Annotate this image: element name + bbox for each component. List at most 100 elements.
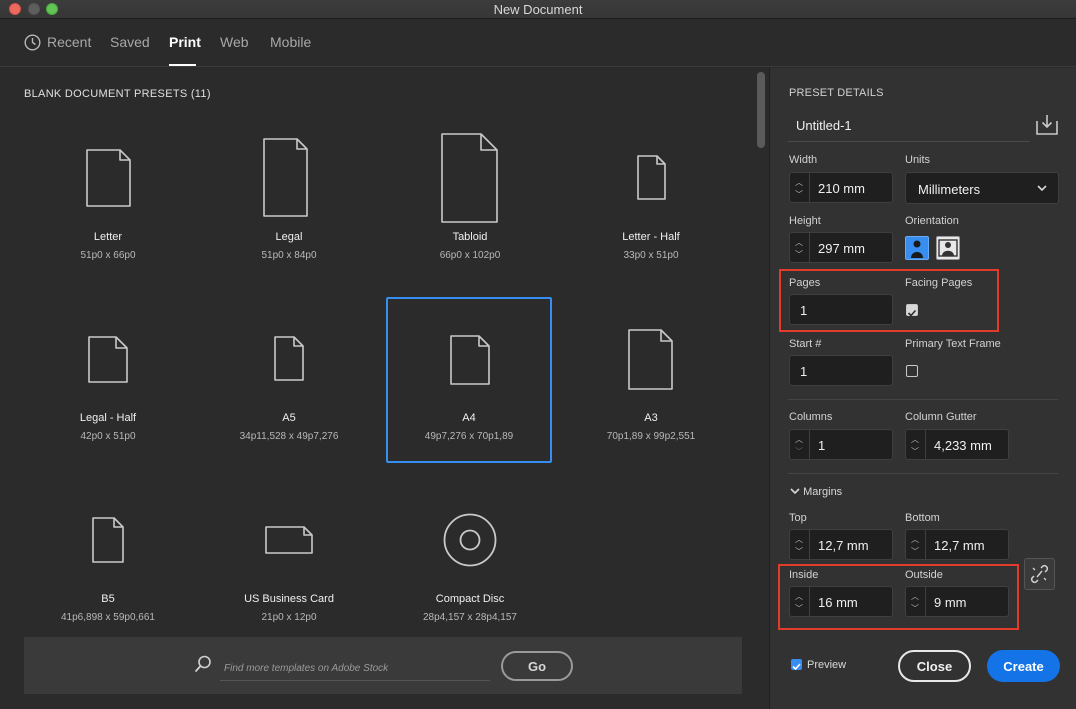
preset-name: US Business Card xyxy=(244,593,334,605)
margins-label: Margins xyxy=(803,486,843,498)
preset-details-panel: PRESET DETAILS Untitled-1 Width ︿ ﹀ 210 m… xyxy=(769,68,1076,709)
preset-name: Legal - Half xyxy=(79,412,137,424)
page-icon xyxy=(441,133,498,223)
create-button[interactable]: Create xyxy=(987,650,1060,682)
bottom-margin-field[interactable]: ︿ ﹀ 12,7 mm xyxy=(905,529,1009,560)
preset-legal-half[interactable]: Legal - Half 42p0 x 51p0 xyxy=(25,300,191,466)
divider xyxy=(788,473,1058,474)
columns-stepper[interactable]: ︿ ﹀ xyxy=(790,430,810,459)
landscape-orientation-button[interactable] xyxy=(936,236,960,260)
preset-a4[interactable]: A4 49p7,276 x 70p1,89 xyxy=(386,297,552,463)
column-gutter-field[interactable]: ︿ ﹀ 4,233 mm xyxy=(905,429,1009,460)
presets-heading: BLANK DOCUMENT PRESETS (11) xyxy=(24,88,211,100)
business-card-icon xyxy=(265,526,313,554)
height-field[interactable]: ︿ ﹀ 297 mm xyxy=(789,232,893,263)
inside-margin-label: Inside xyxy=(789,569,819,581)
preset-a5[interactable]: A5 34p11,528 x 49p7,276 xyxy=(206,300,372,466)
top-margin-label: Top xyxy=(789,512,807,524)
preset-name: Letter xyxy=(93,231,123,243)
top-margin-stepper[interactable]: ︿ ﹀ xyxy=(790,530,810,559)
pages-field[interactable]: 1 xyxy=(789,294,893,325)
bottom-margin-stepper[interactable]: ︿ ﹀ xyxy=(906,530,926,559)
pages-value: 1 xyxy=(800,303,808,318)
preset-size: 41p6,898 x 59p0,661 xyxy=(61,612,155,623)
width-field[interactable]: ︿ ﹀ 210 mm xyxy=(789,172,893,203)
preset-name: A5 xyxy=(282,412,296,424)
portrait-orientation-button[interactable] xyxy=(905,236,929,260)
presets-scrollbar[interactable] xyxy=(757,72,765,148)
portrait-icon xyxy=(911,240,923,258)
divider xyxy=(788,399,1058,400)
preset-letter[interactable]: Letter 51p0 x 66p0 xyxy=(25,119,191,285)
tab-recent[interactable]: Recent xyxy=(47,34,91,50)
primary-text-frame-checkbox[interactable] xyxy=(906,365,918,377)
outside-margin-stepper[interactable]: ︿ ﹀ xyxy=(906,587,926,616)
top-margin-field[interactable]: ︿ ﹀ 12,7 mm xyxy=(789,529,893,560)
inside-margin-field[interactable]: ︿ ﹀ 16 mm xyxy=(789,586,893,617)
units-label: Units xyxy=(905,154,931,166)
tab-saved[interactable]: Saved xyxy=(110,34,150,50)
height-label: Height xyxy=(789,215,821,227)
width-label: Width xyxy=(789,154,818,166)
preset-legal[interactable]: Legal 51p0 x 84p0 xyxy=(206,119,372,285)
outside-margin-label: Outside xyxy=(905,569,943,581)
preset-size: 28p4,157 x 28p4,157 xyxy=(423,612,517,623)
preset-b5[interactable]: B5 41p6,898 x 59p0,661 xyxy=(25,481,191,647)
presets-panel: BLANK DOCUMENT PRESETS (11) Letter 51p0 … xyxy=(0,68,768,709)
preview-label: Preview xyxy=(807,659,847,671)
orientation-label: Orientation xyxy=(905,215,959,227)
preset-details-heading: PRESET DETAILS xyxy=(789,87,884,99)
gutter-stepper[interactable]: ︿ ﹀ xyxy=(906,430,926,459)
columns-field[interactable]: ︿ ﹀ 1 xyxy=(789,429,893,460)
preset-compact-disc[interactable]: Compact Disc 28p4,157 x 28p4,157 xyxy=(387,481,553,647)
preset-tabloid[interactable]: Tabloid 66p0 x 102p0 xyxy=(387,119,553,285)
inside-margin-stepper[interactable]: ︿ ﹀ xyxy=(790,587,810,616)
preset-size: 34p11,528 x 49p7,276 xyxy=(239,431,339,442)
tab-mobile[interactable]: Mobile xyxy=(270,34,311,50)
column-gutter-label: Column Gutter xyxy=(905,411,977,423)
width-stepper[interactable]: ︿ ﹀ xyxy=(790,173,810,202)
outside-margin-value: 9 mm xyxy=(934,595,967,610)
preset-us-business-card[interactable]: US Business Card 21p0 x 12p0 xyxy=(206,481,372,647)
document-name-field[interactable]: Untitled-1 xyxy=(788,112,1030,142)
chevron-down-icon xyxy=(1037,185,1047,192)
tab-web[interactable]: Web xyxy=(220,34,249,50)
margins-section-toggle[interactable]: Margins xyxy=(790,486,842,498)
preset-letter-half[interactable]: Letter - Half 33p0 x 51p0 xyxy=(568,119,734,285)
preset-name: A4 xyxy=(462,412,476,424)
title-bar: New Document xyxy=(0,0,1076,19)
save-preset-icon[interactable] xyxy=(1035,112,1059,136)
primary-text-frame-label: Primary Text Frame xyxy=(905,338,1001,350)
facing-pages-checkbox[interactable] xyxy=(906,304,918,317)
preset-size: 51p0 x 66p0 xyxy=(80,250,136,261)
template-search-input[interactable] xyxy=(220,657,490,681)
preset-a3[interactable]: A3 70p1,89 x 99p2,551 xyxy=(568,300,734,466)
compact-disc-icon xyxy=(443,513,497,567)
page-icon xyxy=(88,336,128,383)
adobe-stock-search-bar: Go xyxy=(24,637,742,694)
close-button[interactable]: Close xyxy=(898,650,971,682)
columns-label: Columns xyxy=(789,411,833,423)
go-button[interactable]: Go xyxy=(501,651,573,681)
clock-icon xyxy=(24,34,41,51)
link-margins-button[interactable] xyxy=(1024,558,1055,590)
page-icon xyxy=(450,335,490,385)
checkmark-icon xyxy=(907,309,917,317)
units-dropdown[interactable]: Millimeters xyxy=(905,172,1059,204)
start-number-field[interactable]: 1 xyxy=(789,355,893,386)
preview-checkbox[interactable] xyxy=(791,659,802,671)
chevron-down-icon xyxy=(790,488,800,495)
facing-pages-label: Facing Pages xyxy=(905,277,973,289)
outside-margin-field[interactable]: ︿ ﹀ 9 mm xyxy=(905,586,1009,617)
preset-name: Letter - Half xyxy=(622,231,680,243)
bottom-margin-label: Bottom xyxy=(905,512,940,524)
tab-print[interactable]: Print xyxy=(169,34,201,50)
preset-name: Compact Disc xyxy=(435,593,505,605)
active-tab-indicator xyxy=(169,64,196,66)
preset-size: 51p0 x 84p0 xyxy=(261,250,317,261)
bottom-margin-value: 12,7 mm xyxy=(934,538,985,553)
preset-size: 66p0 x 102p0 xyxy=(439,250,501,261)
height-stepper[interactable]: ︿ ﹀ xyxy=(790,233,810,262)
preset-name: A3 xyxy=(644,412,658,424)
preset-name: B5 xyxy=(101,593,115,605)
